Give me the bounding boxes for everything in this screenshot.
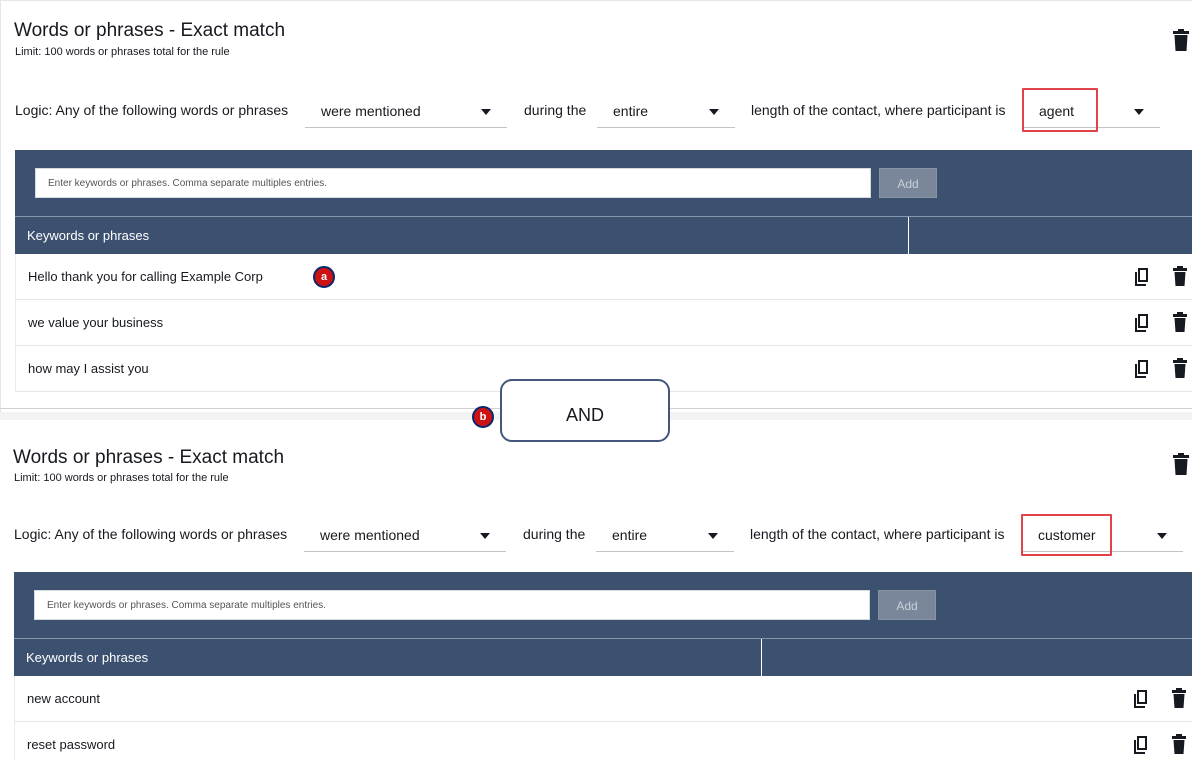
keyword-cell: Hello thank you for calling Example Corp <box>28 269 263 284</box>
highlight-box <box>1021 514 1112 556</box>
section-title: Words or phrases - Exact match <box>13 447 285 468</box>
length-label: length of the contact, where participant… <box>751 102 1006 118</box>
copy-icon[interactable] <box>1135 268 1151 291</box>
trash-icon[interactable] <box>1173 312 1187 337</box>
copy-icon[interactable] <box>1135 314 1151 337</box>
rule-condition-2: Words or phrases - Exact match Limit: 10… <box>0 420 1192 760</box>
add-button[interactable]: Add <box>878 590 936 620</box>
highlight-box <box>1022 88 1098 132</box>
keyword-cell: reset password <box>27 737 116 752</box>
period-select[interactable]: entire <box>597 96 735 128</box>
period-select[interactable]: entire <box>596 520 734 552</box>
input-bar: Enter keywords or phrases. Comma separat… <box>14 572 1192 638</box>
during-label: during the <box>523 526 586 542</box>
keywords-panel: Enter keywords or phrases. Comma separat… <box>15 150 1192 392</box>
period-value: entire <box>613 103 649 119</box>
logic-label: Logic: Any of the following words or phr… <box>15 102 289 118</box>
length-label: length of the contact, where participant… <box>750 526 1005 542</box>
period-value: entire <box>612 527 648 543</box>
during-label: during the <box>524 102 587 118</box>
table-row: Hello thank you for calling Example Corp… <box>15 254 1192 300</box>
column-divider <box>761 639 762 677</box>
add-button[interactable]: Add <box>879 168 937 198</box>
chevron-down-icon <box>1134 109 1144 115</box>
input-bar: Enter keywords or phrases. Comma separat… <box>15 150 1192 216</box>
table-row: new account <box>14 676 1192 722</box>
table-header: Keywords or phrases <box>15 216 1192 255</box>
logic-row: Logic: Any of the following words or phr… <box>14 514 1184 556</box>
table-row: we value your business <box>15 300 1192 346</box>
trash-icon[interactable] <box>1173 358 1187 383</box>
keyword-cell: new account <box>27 691 100 706</box>
logic-label: Logic: Any of the following words or phr… <box>14 526 288 542</box>
mention-value: were mentioned <box>321 103 421 119</box>
table-row: reset password <box>14 722 1192 760</box>
column-divider <box>908 217 909 255</box>
callout-badge-b: b <box>472 406 494 428</box>
trash-icon[interactable] <box>1173 453 1189 480</box>
section-limit: Limit: 100 words or phrases total for th… <box>15 46 230 58</box>
logic-row: Logic: Any of the following words or phr… <box>15 88 1185 132</box>
chevron-down-icon <box>480 533 490 539</box>
mention-select[interactable]: were mentioned <box>304 520 506 552</box>
keywords-input[interactable]: Enter keywords or phrases. Comma separat… <box>34 590 870 620</box>
trash-icon[interactable] <box>1172 688 1186 713</box>
trash-icon[interactable] <box>1173 29 1189 56</box>
trash-icon[interactable] <box>1173 266 1187 291</box>
trash-icon[interactable] <box>1172 734 1186 759</box>
chevron-down-icon <box>1157 533 1167 539</box>
section-title: Words or phrases - Exact match <box>14 20 286 41</box>
column-header-keywords: Keywords or phrases <box>27 228 150 243</box>
keyword-cell: how may I assist you <box>28 361 149 376</box>
copy-icon[interactable] <box>1134 690 1150 713</box>
callout-badge-a: a <box>313 266 335 288</box>
mention-value: were mentioned <box>320 527 420 543</box>
section-limit: Limit: 100 words or phrases total for th… <box>14 472 229 484</box>
copy-icon[interactable] <box>1134 736 1150 759</box>
rule-condition-1: Words or phrases - Exact match Limit: 10… <box>0 0 1192 412</box>
chevron-down-icon <box>708 533 718 539</box>
keywords-panel: Enter keywords or phrases. Comma separat… <box>14 572 1192 760</box>
table-header: Keywords or phrases <box>14 638 1192 677</box>
and-operator-box[interactable]: AND <box>500 379 670 442</box>
mention-select[interactable]: were mentioned <box>305 96 507 128</box>
chevron-down-icon <box>481 109 491 115</box>
chevron-down-icon <box>709 109 719 115</box>
keyword-cell: we value your business <box>28 315 164 330</box>
keywords-input[interactable]: Enter keywords or phrases. Comma separat… <box>35 168 871 198</box>
copy-icon[interactable] <box>1135 360 1151 383</box>
column-header-keywords: Keywords or phrases <box>26 650 149 665</box>
